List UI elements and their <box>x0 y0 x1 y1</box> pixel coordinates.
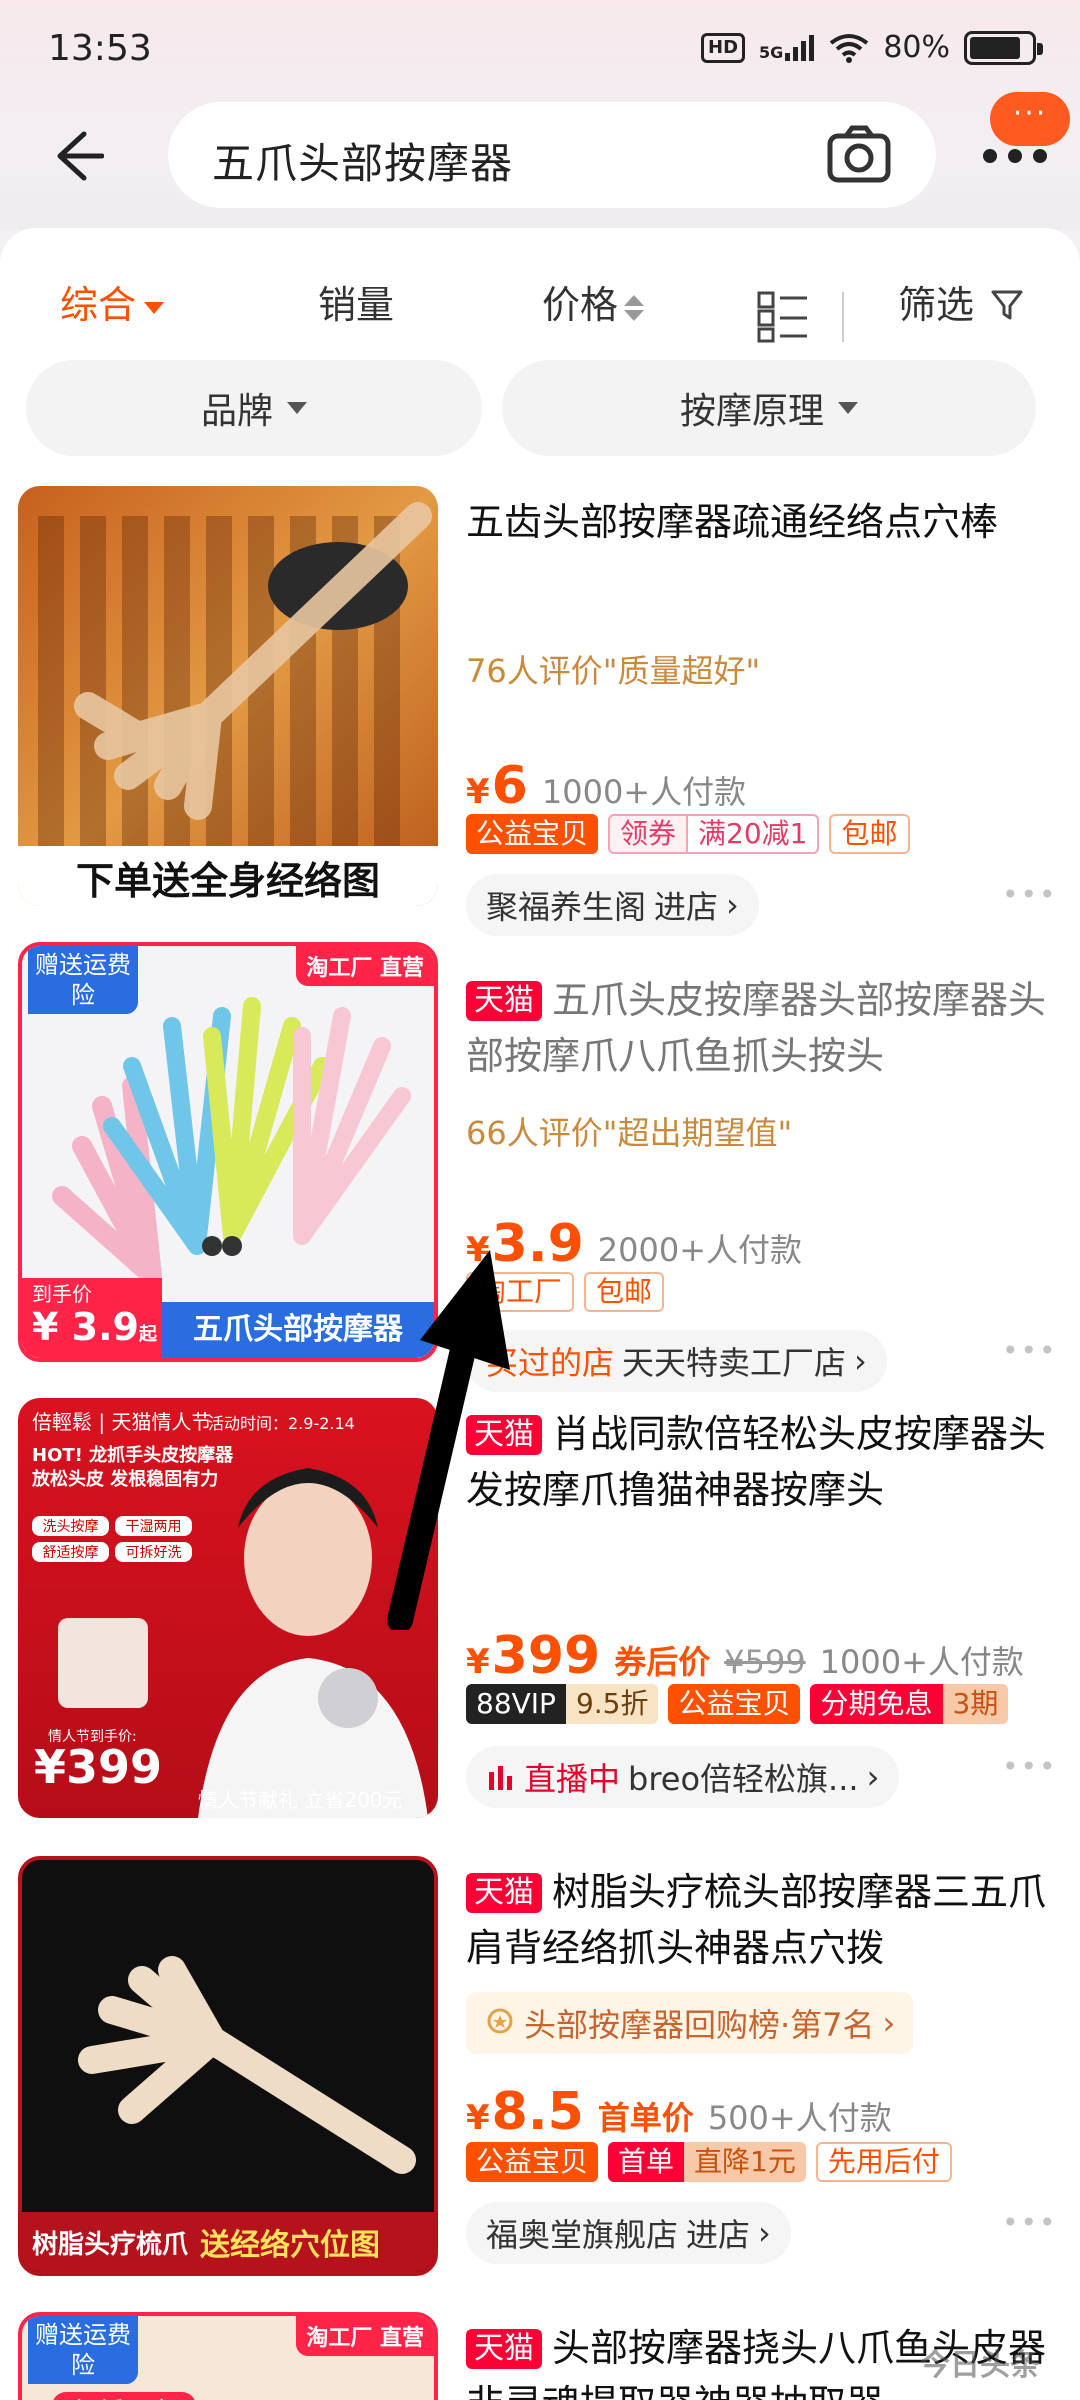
funnel-icon <box>991 290 1023 320</box>
installment-tag: 分期免息 3期 <box>810 1684 1009 1724</box>
store-link[interactable]: 直播中 breo倍轻松旗... › <box>466 1746 900 1808</box>
product-title[interactable]: 五齿头部按摩器疏通经络点穴棒 <box>466 494 1062 550</box>
wifi-icon <box>830 33 869 63</box>
sort-bar: 综合 销量 价格 筛选 <box>0 256 1080 343</box>
signal-icon: 5G <box>759 34 815 61</box>
sold-count: 1000+人付款 <box>819 1643 1024 1681</box>
sold-count: 500+人付款 <box>707 2099 892 2137</box>
price-tag: 首单价 <box>597 2099 694 2137</box>
chevron-right-icon: › <box>854 1342 867 1380</box>
image-price: ¥399 <box>34 1740 163 1794</box>
product-image[interactable]: 赠送运费险 淘工厂 直营 舒缓压力 <box>18 2312 438 2400</box>
tag: 包邮 <box>829 814 910 854</box>
back-arrow-icon[interactable] <box>54 126 104 186</box>
medal-icon <box>487 2008 513 2034</box>
tab-sales[interactable]: 销量 <box>318 274 394 329</box>
tag: 公益宝贝 <box>668 1684 801 1724</box>
chevron-right-icon: › <box>866 1758 880 1796</box>
tag: 公益宝贝 <box>466 814 599 854</box>
chevron-down-icon <box>144 301 165 314</box>
tag: 公益宝贝 <box>466 2142 599 2182</box>
image-caption: 情人节献礼 立省200元 <box>198 1788 403 1812</box>
tmall-badge: 天猫 <box>466 1873 542 1913</box>
live-icon <box>489 1766 512 1790</box>
image-caption: 下单送全身经络图 <box>75 859 380 903</box>
chevron-down-icon <box>838 402 858 414</box>
price-row: ¥6 1000+人付款 <box>466 756 747 816</box>
camera-icon[interactable] <box>826 124 892 184</box>
price: 8.5 <box>491 2082 584 2142</box>
product-title[interactable]: 天猫 肖战同款倍轻松头皮按摩器头发按摩爪撸猫神器按摩头 <box>466 1406 1062 1518</box>
message-badge[interactable]: ··· <box>990 92 1070 146</box>
results-panel: 综合 销量 价格 筛选 品牌 按摩原理 下单送全身经络图 五齿头部按摩器疏通经络… <box>0 228 1080 2400</box>
review-summary: 66人评价"超出期望值" <box>466 1114 793 1152</box>
review-summary: 76人评价"质量超好" <box>466 652 761 690</box>
coupon-tag[interactable]: 领券 满20减1 <box>608 814 820 854</box>
more-options-icon[interactable]: ••• <box>1002 878 1058 911</box>
factory-badge: 淘工厂 直营 <box>296 2316 434 2356</box>
price: 399 <box>491 1626 601 1686</box>
ranking-badge[interactable]: 头部按摩器回购榜·第7名 › <box>466 1992 914 2054</box>
chevron-right-icon: › <box>758 2214 771 2252</box>
filter-button[interactable]: 筛选 <box>898 274 1024 329</box>
price: 6 <box>491 756 528 816</box>
tab-comprehensive[interactable]: 综合 <box>60 274 165 329</box>
product-image[interactable]: 树脂头疗梳爪 送经络穴位图 <box>18 1856 438 2276</box>
battery-percent: 80% <box>883 30 950 65</box>
filter-chip-brand[interactable]: 品牌 <box>26 360 482 456</box>
price-row: ¥8.5 首单价 500+人付款 <box>466 2082 892 2142</box>
status-bar: 13:53 HD 5G 80% <box>0 0 1080 100</box>
chevron-down-icon <box>287 402 307 414</box>
more-options-icon[interactable]: ••• <box>1002 1334 1058 1367</box>
search-bar[interactable]: 五爪头部按摩器 <box>168 102 936 208</box>
price-tag: 券后价 <box>614 1643 711 1681</box>
store-link[interactable]: 买过的店 天天特卖工厂店 › <box>466 1330 887 1392</box>
tag: 包邮 <box>584 1272 665 1312</box>
more-options-icon[interactable]: ••• <box>1002 1750 1058 1783</box>
search-input[interactable]: 五爪头部按摩器 <box>212 130 513 191</box>
factory-badge: 淘工厂 直营 <box>296 946 434 986</box>
price-row: ¥399 券后价 ¥599 1000+人付款 <box>466 1626 1024 1686</box>
image-price-box: 到手价 ¥ 3.9起 <box>22 1278 162 1358</box>
free-return-badge: 赠送运费险 <box>28 946 138 1014</box>
free-return-badge: 赠送运费险 <box>28 2316 138 2384</box>
tag: 先用后付 <box>815 2142 952 2182</box>
image-caption: 舒缓压力 <box>52 2392 197 2400</box>
chevron-right-icon: › <box>882 2004 896 2042</box>
annotation-arrow <box>387 1250 510 1630</box>
store-link[interactable]: 福奥堂旗舰店 进店 › <box>466 2202 791 2264</box>
tag-row: 公益宝贝 首单 直降1元 先用后付 <box>466 2142 952 2182</box>
product-image[interactable]: 下单送全身经络图 <box>18 486 438 906</box>
sort-arrows-icon <box>624 294 645 321</box>
chevron-right-icon: › <box>726 886 739 924</box>
image-caption-right: 送经络穴位图 <box>200 2228 381 2263</box>
view-toggle-icon[interactable] <box>756 290 810 344</box>
tmall-badge: 天猫 <box>466 981 542 1021</box>
tab-price[interactable]: 价格 <box>542 274 645 329</box>
product-title[interactable]: 天猫 五爪头皮按摩器头部按摩器头部按摩爪八爪鱼抓头按头 <box>466 972 1062 1084</box>
hd-icon: HD <box>701 32 746 63</box>
product-title[interactable]: 天猫 树脂头疗梳头部按摩器三五爪肩背经络抓头神器点穴拨 <box>466 1864 1062 1976</box>
original-price: ¥599 <box>724 1643 806 1681</box>
vip-tag: 88VIP 9.5折 <box>466 1684 659 1724</box>
more-options-icon[interactable]: ••• <box>1002 2206 1058 2239</box>
watermark: 今日头条 <box>920 2348 1040 2383</box>
status-icons: HD 5G 80% <box>701 30 1043 65</box>
store-link[interactable]: 聚福养生阁 进店 › <box>466 874 759 936</box>
battery-icon <box>964 30 1043 65</box>
tag-row: 公益宝贝 领券 满20减1 包邮 <box>466 814 910 854</box>
tmall-badge: 天猫 <box>466 2329 542 2369</box>
sold-count: 1000+人付款 <box>541 773 747 811</box>
tag-row: 88VIP 9.5折 公益宝贝 分期免息 3期 <box>466 1684 1009 1724</box>
filter-chip-principle[interactable]: 按摩原理 <box>502 360 1036 456</box>
sold-count: 2000+人付款 <box>597 1231 803 1269</box>
divider <box>842 292 844 342</box>
image-caption-left: 树脂头疗梳爪 <box>32 2229 189 2260</box>
first-order-tag: 首单 直降1元 <box>608 2142 806 2182</box>
status-time: 13:53 <box>48 28 152 69</box>
